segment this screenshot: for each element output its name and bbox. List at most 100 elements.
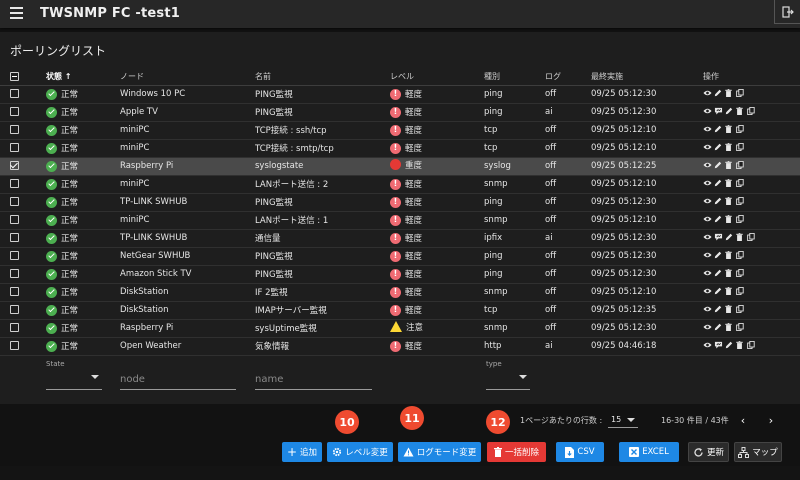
- eye-icon[interactable]: [703, 251, 712, 259]
- trash-icon[interactable]: [736, 340, 744, 349]
- refresh-button[interactable]: 更新: [688, 442, 729, 462]
- row-checkbox[interactable]: [10, 233, 19, 242]
- row-checkbox[interactable]: [10, 287, 19, 296]
- eye-icon[interactable]: [703, 143, 712, 151]
- select-all-checkbox[interactable]: [10, 71, 19, 81]
- copy-icon[interactable]: [736, 142, 744, 151]
- copy-icon[interactable]: [747, 340, 755, 349]
- pencil-icon[interactable]: [725, 341, 733, 349]
- row-checkbox[interactable]: [10, 125, 19, 134]
- pencil-icon[interactable]: [714, 251, 722, 259]
- level-change-button[interactable]: レベル変更: [327, 442, 393, 462]
- menu-icon[interactable]: [10, 7, 23, 20]
- node-filter-input[interactable]: node: [120, 360, 236, 390]
- csv-button[interactable]: CSV: [556, 442, 604, 462]
- copy-icon[interactable]: [747, 232, 755, 241]
- copy-icon[interactable]: [736, 178, 744, 187]
- pencil-icon[interactable]: [714, 269, 722, 277]
- row-checkbox[interactable]: [10, 269, 19, 278]
- trash-icon[interactable]: [725, 304, 733, 313]
- row-checkbox[interactable]: [10, 179, 19, 188]
- bulk-delete-button[interactable]: 一括削除: [487, 442, 546, 462]
- pencil-icon[interactable]: [714, 305, 722, 313]
- table-row[interactable]: 正常 NetGear SWHUB PING監視! 軽度 ping off 09/25 05:…: [0, 247, 800, 266]
- trash-icon[interactable]: [725, 88, 733, 97]
- copy-icon[interactable]: [736, 286, 744, 295]
- eye-icon[interactable]: [703, 305, 712, 313]
- table-row[interactable]: 正常 TP-LINK SWHUB 通信量! 軽度 ipfix ai 09/25 05:12:…: [0, 229, 800, 248]
- column-header-last[interactable]: 最終実施: [591, 68, 703, 86]
- eye-icon[interactable]: [703, 107, 712, 115]
- row-checkbox[interactable]: [10, 305, 19, 314]
- column-header-node[interactable]: ノード: [120, 68, 255, 86]
- map-button[interactable]: マップ: [734, 442, 782, 462]
- copy-icon[interactable]: [736, 88, 744, 97]
- table-row[interactable]: 正常 miniPC LANポート送信 : 2! 軽度 snmp off 09/25 05:1…: [0, 175, 800, 194]
- row-checkbox[interactable]: [10, 143, 19, 152]
- row-checkbox[interactable]: [10, 323, 19, 332]
- row-checkbox[interactable]: [10, 161, 19, 170]
- eye-icon[interactable]: [703, 161, 712, 169]
- table-row[interactable]: 正常 Windows 10 PC PING監視! 軽度 ping off 09/25 05:…: [0, 85, 800, 104]
- column-header-log[interactable]: ログ: [545, 68, 591, 86]
- row-checkbox[interactable]: [10, 197, 19, 206]
- column-header-name[interactable]: 名前: [255, 68, 390, 86]
- chart-icon[interactable]: [714, 107, 723, 115]
- trash-icon[interactable]: [725, 250, 733, 259]
- log-mode-change-button[interactable]: ログモード変更: [398, 442, 481, 462]
- eye-icon[interactable]: [703, 233, 712, 241]
- copy-icon[interactable]: [736, 214, 744, 223]
- eye-icon[interactable]: [703, 179, 712, 187]
- table-row[interactable]: 正常 DiskStation IMAPサーバー監視! 軽度 tcp off 09/25 05…: [0, 301, 800, 320]
- eye-icon[interactable]: [703, 89, 712, 97]
- table-row[interactable]: 正常 Raspberry Pi syslogstate 重度 syslog off 09/2…: [0, 157, 800, 176]
- eye-icon[interactable]: [703, 125, 712, 133]
- table-row[interactable]: 正常 DiskStation IF 2監視! 軽度 snmp off 09/25 05:12…: [0, 283, 800, 302]
- copy-icon[interactable]: [736, 196, 744, 205]
- type-filter-select[interactable]: type: [486, 360, 530, 390]
- table-row[interactable]: 正常 Raspberry Pi sysUptime監視 注意 snmp off 09/25 …: [0, 319, 800, 338]
- pencil-icon[interactable]: [725, 107, 733, 115]
- table-row[interactable]: 正常 miniPC TCP接続 : smtp/tcp! 軽度 tcp off 09/25 0…: [0, 139, 800, 158]
- column-header-type[interactable]: 種別: [484, 68, 545, 86]
- row-checkbox[interactable]: [10, 215, 19, 224]
- trash-icon[interactable]: [725, 268, 733, 277]
- logout-button[interactable]: [774, 0, 800, 24]
- table-row[interactable]: 正常 miniPC LANポート送信 : 1! 軽度 snmp off 09/25 05:1…: [0, 211, 800, 230]
- table-row[interactable]: 正常 Apple TV PING監視! 軽度 ping ai 09/25 05:12:30: [0, 103, 800, 122]
- eye-icon[interactable]: [703, 269, 712, 277]
- row-checkbox[interactable]: [10, 89, 19, 98]
- pencil-icon[interactable]: [714, 197, 722, 205]
- trash-icon[interactable]: [725, 178, 733, 187]
- rows-per-page-select[interactable]: 15: [608, 412, 638, 428]
- copy-icon[interactable]: [736, 304, 744, 313]
- trash-icon[interactable]: [736, 232, 744, 241]
- trash-icon[interactable]: [725, 286, 733, 295]
- eye-icon[interactable]: [703, 287, 712, 295]
- trash-icon[interactable]: [725, 124, 733, 133]
- table-row[interactable]: 正常 Amazon Stick TV PING監視! 軽度 ping off 09/25 0…: [0, 265, 800, 284]
- table-row[interactable]: 正常 Open Weather 気象情報! 軽度 http ai 09/25 04:46:1…: [0, 337, 800, 356]
- pencil-icon[interactable]: [714, 161, 722, 169]
- copy-icon[interactable]: [747, 106, 755, 115]
- name-filter-input[interactable]: name: [255, 360, 372, 390]
- pencil-icon[interactable]: [714, 287, 722, 295]
- pencil-icon[interactable]: [714, 143, 722, 151]
- eye-icon[interactable]: [703, 323, 712, 331]
- pencil-icon[interactable]: [714, 179, 722, 187]
- pencil-icon[interactable]: [714, 125, 722, 133]
- chart-icon[interactable]: [714, 341, 723, 349]
- copy-icon[interactable]: [736, 160, 744, 169]
- pencil-icon[interactable]: [714, 323, 722, 331]
- table-row[interactable]: 正常 miniPC TCP接続 : ssh/tcp! 軽度 tcp off 09/25 05…: [0, 121, 800, 140]
- excel-button[interactable]: EXCEL: [619, 442, 679, 462]
- prev-page-button[interactable]: ‹: [736, 413, 750, 427]
- column-header-state[interactable]: 状態 ↑: [46, 68, 120, 86]
- row-checkbox[interactable]: [10, 107, 19, 116]
- state-filter-select[interactable]: State: [46, 360, 102, 390]
- table-row[interactable]: 正常 TP-LINK SWHUB PING監視! 軽度 ping off 09/25 05:…: [0, 193, 800, 212]
- pencil-icon[interactable]: [725, 233, 733, 241]
- row-checkbox[interactable]: [10, 341, 19, 350]
- pencil-icon[interactable]: [714, 89, 722, 97]
- trash-icon[interactable]: [725, 214, 733, 223]
